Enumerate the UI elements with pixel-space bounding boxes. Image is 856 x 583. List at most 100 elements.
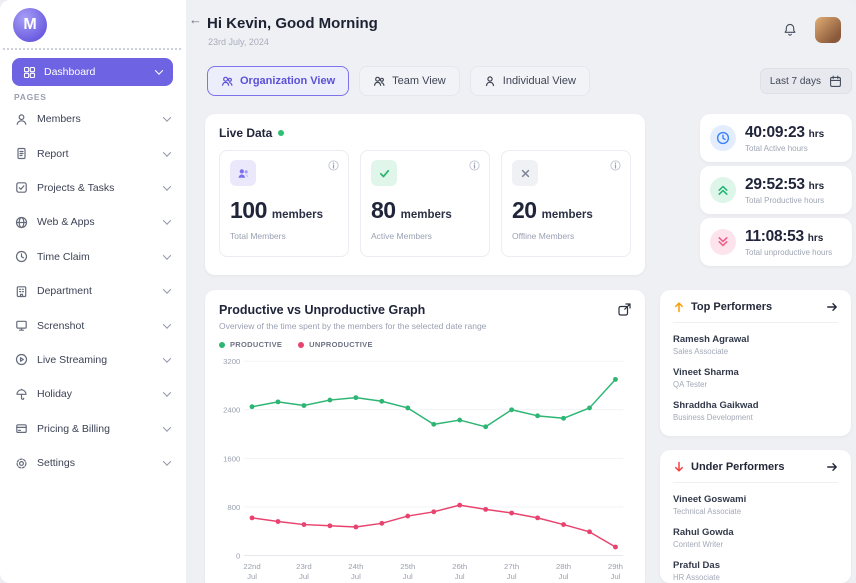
member-unit: members [542,209,593,221]
sidebar-item-label: Screnshot [37,320,84,332]
chart-point [250,515,255,520]
performer-row[interactable]: Vineet Sharma QA Tester [673,367,838,389]
tab-individual-view[interactable]: Individual View [470,66,590,96]
sidebar-item-dashboard[interactable]: Dashboard [12,58,173,86]
hours-label: Total Productive hours [745,196,824,205]
sidebar-item-members[interactable]: Members [0,102,186,136]
chart-point [302,403,307,408]
member-count-row: 80 members [371,197,479,224]
performer-row[interactable]: Rahul Gowda Content Writer [673,527,838,549]
chart-point [405,406,410,411]
info-icon[interactable] [610,160,621,171]
arrow-right-icon [826,461,838,473]
sidebar-item-label: Web & Apps [37,216,95,228]
under-performers-header: Under Performers [673,461,838,483]
performer-row[interactable]: Ramesh Agrawal Sales Associate [673,334,838,356]
live-streaming-icon [15,353,28,366]
x-tick-label: 28th [556,562,571,571]
avatar[interactable] [815,17,841,43]
performer-row[interactable]: Praful Das HR Associate [673,560,838,582]
total-productive-hours-card: 29:52:53 hrs Total Productive hours [700,166,852,214]
performer-name: Ramesh Agrawal [673,334,838,345]
view-all-under-performers-button[interactable] [826,461,838,473]
sidebar-item-department[interactable]: Department [0,274,186,308]
chart-point [276,399,281,404]
chart-point [509,511,514,516]
chart-point [379,399,384,404]
x-glyph [519,167,531,179]
total-members-card: 100 members Total Members [219,150,349,257]
sidebar-item-pricing-billing[interactable]: Pricing & Billing [0,412,186,446]
chart-point [457,503,462,508]
under-performers-title: Under Performers [691,461,785,473]
live-data-title: Live Data [219,126,272,140]
date-range-filter[interactable]: Last 7 days [760,68,852,94]
screenshot-icon [15,319,28,332]
chevrons-up-icon [710,177,736,203]
sidebar-item-settings[interactable]: Settings [0,446,186,480]
performer-name: Rahul Gowda [673,527,838,538]
performer-role: HR Associate [673,573,838,582]
info-glyph [610,160,621,171]
chart-point [276,519,281,524]
hour-stat-body: 29:52:53 hrs Total Productive hours [745,176,824,205]
series-line [252,379,615,426]
chevron-down-icon [163,423,171,431]
settings-icon [15,457,28,470]
sidebar-item-label: Projects & Tasks [37,182,114,194]
holiday-icon [15,388,28,401]
hour-stat-body: 40:09:23 hrs Total Active hours [745,124,824,153]
arrow-right-icon [826,301,838,313]
top-performers-header: Top Performers [673,301,838,323]
sidebar-item-report[interactable]: Report [0,136,186,170]
app-logo[interactable]: M [13,8,47,42]
export-button[interactable] [617,302,632,317]
sidebar-item-holiday[interactable]: Holiday [0,377,186,411]
notifications-button[interactable] [782,22,798,43]
total-unproductive-hours-card: 11:08:53 hrs Total unproductive hours [700,218,852,266]
sidebar-item-screenshot[interactable]: Screnshot [0,308,186,342]
y-tick-label: 1600 [223,454,241,463]
performer-row[interactable]: Shraddha Gaikwad Business Development [673,400,838,422]
chart-point [561,522,566,527]
sidebar-item-web-apps[interactable]: Web & Apps [0,205,186,239]
sidebar-item-label: Members [37,113,81,125]
chart-point [353,525,358,530]
tab-organization-view[interactable]: Organization View [207,66,349,96]
member-count-row: 20 members [512,197,620,224]
y-tick-label: 800 [227,503,241,512]
chart-point [353,395,358,400]
x-tick-label: 23rd [296,562,312,571]
hour-stat-body: 11:08:53 hrs Total unproductive hours [745,228,832,257]
sidebar-item-projects-tasks[interactable]: Projects & Tasks [0,171,186,205]
y-tick-label: 3200 [223,357,241,366]
bell-icon [782,22,798,38]
member-count-row: 100 members [230,197,338,224]
hours-unit: hrs [809,181,825,192]
sidebar-item-live-streaming[interactable]: Live Streaming [0,343,186,377]
sidebar-item-label: Live Streaming [37,354,107,366]
chart-point [587,406,592,411]
chevrons-down-icon [710,229,736,255]
performer-row[interactable]: Vineet Goswami Technical Associate [673,494,838,516]
live-data-card: Live Data 100 members [205,114,645,275]
productivity-graph-card: Productive vs Unproductive Graph Overvie… [205,290,645,583]
web-apps-icon [15,216,28,229]
chevron-down-icon [155,66,163,74]
page-title: Hi Kevin, Good Morning [207,15,378,32]
view-tabs: Organization View Team View Individual V… [207,66,590,96]
sidebar-nav: Members Report Projects & Tasks Web & Ap… [0,102,186,480]
calendar-icon [829,75,842,88]
x-tick-label: Jul [351,572,361,581]
collapse-sidebar-button[interactable]: ← [189,12,202,27]
live-status-dot [278,130,284,136]
chevron-down-icon [163,285,171,293]
tab-team-view[interactable]: Team View [359,66,460,96]
info-icon[interactable] [328,160,339,171]
chart-point [327,398,332,403]
view-all-top-performers-button[interactable] [826,301,838,313]
clock-glyph [716,131,730,145]
info-icon[interactable] [469,160,480,171]
sidebar-item-label: Dashboard [44,66,95,78]
sidebar-item-time-claim[interactable]: Time Claim [0,240,186,274]
